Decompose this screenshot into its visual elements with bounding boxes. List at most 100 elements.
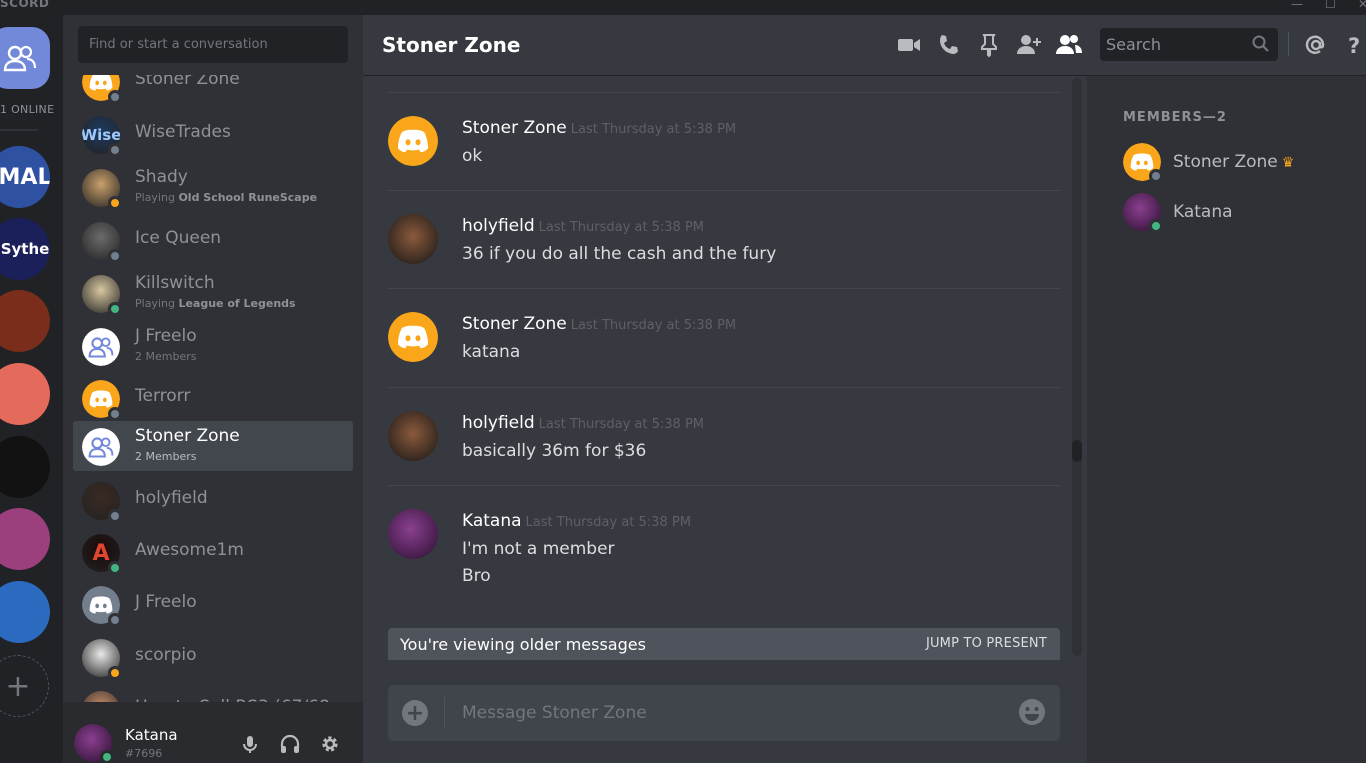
server-rail: 1 ONLINE MAL Sythe + (0, 15, 63, 763)
dm-item[interactable]: J Freelo (73, 579, 353, 629)
member-item[interactable]: Katana (1123, 193, 1353, 233)
user-name: Katana (125, 726, 178, 744)
help-icon[interactable]: ? (1342, 32, 1366, 58)
member-list-icon[interactable] (1056, 32, 1082, 58)
message-author-name[interactable]: holyfield (462, 413, 535, 433)
dm-subtext: 2 Members (135, 450, 197, 463)
message-text: katana (462, 342, 521, 362)
add-server-button[interactable]: + (0, 655, 49, 717)
settings-gear-icon[interactable] (319, 733, 341, 755)
dm-sidebar: Find or start a conversation Stoner Zone… (63, 15, 363, 763)
member-list: MEMBERS—2 Stoner Zone ♛ Katana (1087, 76, 1366, 763)
message-author-avatar[interactable] (388, 312, 438, 362)
dm-list: Stoner Zone Wise WiseTrades Shady Playing Ol… (63, 75, 363, 702)
dm-item[interactable]: Stoner Zone (73, 75, 353, 106)
message-area: Stoner Zone Last Thursday at 5:38 PM ok hol… (363, 76, 1087, 763)
dm-item[interactable]: J Freelo 2 Members (73, 321, 353, 371)
message-author-row: Stoner Zone Last Thursday at 5:38 PM (462, 314, 736, 334)
dm-avatar (82, 691, 120, 702)
message-group: Stoner Zone Last Thursday at 5:38 PM ok (388, 92, 1060, 190)
close-icon[interactable]: ✕ (1358, 0, 1366, 11)
dm-name: J Freelo (135, 592, 197, 612)
user-panel: Katana #7696 (63, 702, 363, 763)
video-call-icon[interactable] (896, 32, 922, 58)
dm-subtext: Playing Old School RuneScape (135, 191, 317, 204)
status-online-indicator (1149, 219, 1163, 233)
dm-item[interactable]: Wise WiseTrades (73, 109, 353, 159)
activity-prefix: Playing (135, 191, 179, 204)
owner-crown-icon: ♛ (1281, 155, 1295, 171)
message-group: Katana Last Thursday at 5:38 PM I'm not a … (388, 485, 1060, 605)
message-timestamp: Last Thursday at 5:38 PM (538, 417, 705, 432)
dm-item[interactable]: holyfield (73, 475, 353, 525)
member-name: Katana (1173, 202, 1233, 222)
message-text: ok (462, 146, 483, 166)
server-icon-mal[interactable]: MAL (0, 146, 50, 208)
jump-to-present-button[interactable]: JUMP TO PRESENT (926, 636, 1047, 651)
status-offline-indicator (108, 249, 122, 263)
dm-item[interactable]: A Awesome1m (73, 527, 353, 577)
scrollbar-thumb[interactable] (1072, 440, 1082, 462)
message-author-name[interactable]: Stoner Zone (462, 314, 567, 334)
dm-item[interactable]: Terrorr (73, 373, 353, 423)
status-offline-indicator (1149, 169, 1163, 183)
server-icon-sythe[interactable]: Sythe (0, 218, 50, 280)
add-friend-icon[interactable] (1016, 32, 1042, 58)
message-input[interactable]: Message Stoner Zone (462, 703, 647, 723)
status-idle-indicator (108, 196, 122, 210)
member-item[interactable]: Stoner Zone ♛ (1123, 143, 1353, 183)
headphones-icon[interactable] (279, 733, 301, 755)
dm-item[interactable]: Shady Playing Old School RuneScape (73, 162, 353, 212)
status-idle-indicator (108, 666, 122, 680)
message-composer: + Message Stoner Zone (388, 685, 1060, 741)
status-offline-indicator (108, 143, 122, 157)
pin-icon[interactable] (976, 32, 1002, 58)
upload-plus-icon[interactable]: + (402, 700, 428, 726)
message-timestamp: Last Thursday at 5:38 PM (538, 220, 705, 235)
message-group: holyfield Last Thursday at 5:38 PM basical… (388, 387, 1060, 485)
microphone-icon[interactable] (239, 733, 261, 755)
dm-item[interactable]: Ice Queen (73, 215, 353, 265)
activity-game: Old School RuneScape (178, 191, 318, 204)
message-text: Bro (462, 566, 491, 586)
server-icon-server-5[interactable] (0, 436, 50, 498)
group-dm-icon (82, 428, 120, 466)
message-author-name[interactable]: holyfield (462, 216, 535, 236)
activity-prefix: Playing (135, 297, 179, 310)
older-messages-bar: You're viewing older messages JUMP TO PR… (388, 628, 1060, 660)
mentions-icon[interactable] (1303, 32, 1329, 58)
emoji-picker-icon[interactable] (1018, 698, 1046, 726)
server-icon-server-7[interactable] (0, 581, 50, 643)
older-messages-text: You're viewing older messages (400, 635, 646, 654)
message-author-name[interactable]: Katana (462, 511, 522, 531)
maximize-icon[interactable]: ☐ (1325, 0, 1336, 11)
search-icon (1252, 35, 1269, 52)
dm-name: Ice Queen (135, 228, 222, 248)
message-author-avatar[interactable] (388, 116, 438, 166)
message-author-avatar[interactable] (388, 509, 438, 559)
message-author-row: Stoner Zone Last Thursday at 5:38 PM (462, 118, 736, 138)
server-icon-server-3[interactable] (0, 290, 50, 352)
message-author-avatar[interactable] (388, 214, 438, 264)
message-search-input[interactable]: Search (1100, 28, 1278, 61)
status-offline-indicator (108, 509, 122, 523)
message-author-name[interactable]: Stoner Zone (462, 118, 567, 138)
dm-item[interactable]: Killswitch Playing League of Legends (73, 268, 353, 318)
dm-item[interactable]: scorpio (73, 632, 353, 682)
friends-home-button[interactable] (0, 27, 50, 89)
message-search-placeholder: Search (1106, 35, 1161, 54)
scrollbar-track[interactable] (1072, 78, 1082, 656)
dm-name: Terrorr (135, 386, 191, 406)
dm-name: J Freelo (135, 326, 197, 346)
members-heading: MEMBERS—2 (1123, 110, 1227, 125)
minimize-icon[interactable]: — (1291, 0, 1303, 11)
server-icon-server-6[interactable] (0, 508, 50, 570)
dm-item[interactable]: Stoner Zone 2 Members (73, 421, 353, 471)
conversation-search-input[interactable]: Find or start a conversation (78, 26, 348, 63)
voice-call-icon[interactable] (936, 32, 962, 58)
message-author-avatar[interactable] (388, 411, 438, 461)
dm-item[interactable]: Heart - Sell RS3 (67/68 (73, 684, 353, 702)
server-icon-server-4[interactable] (0, 363, 50, 425)
message-timestamp: Last Thursday at 5:38 PM (525, 515, 691, 530)
discord-logo-icon (388, 312, 438, 362)
